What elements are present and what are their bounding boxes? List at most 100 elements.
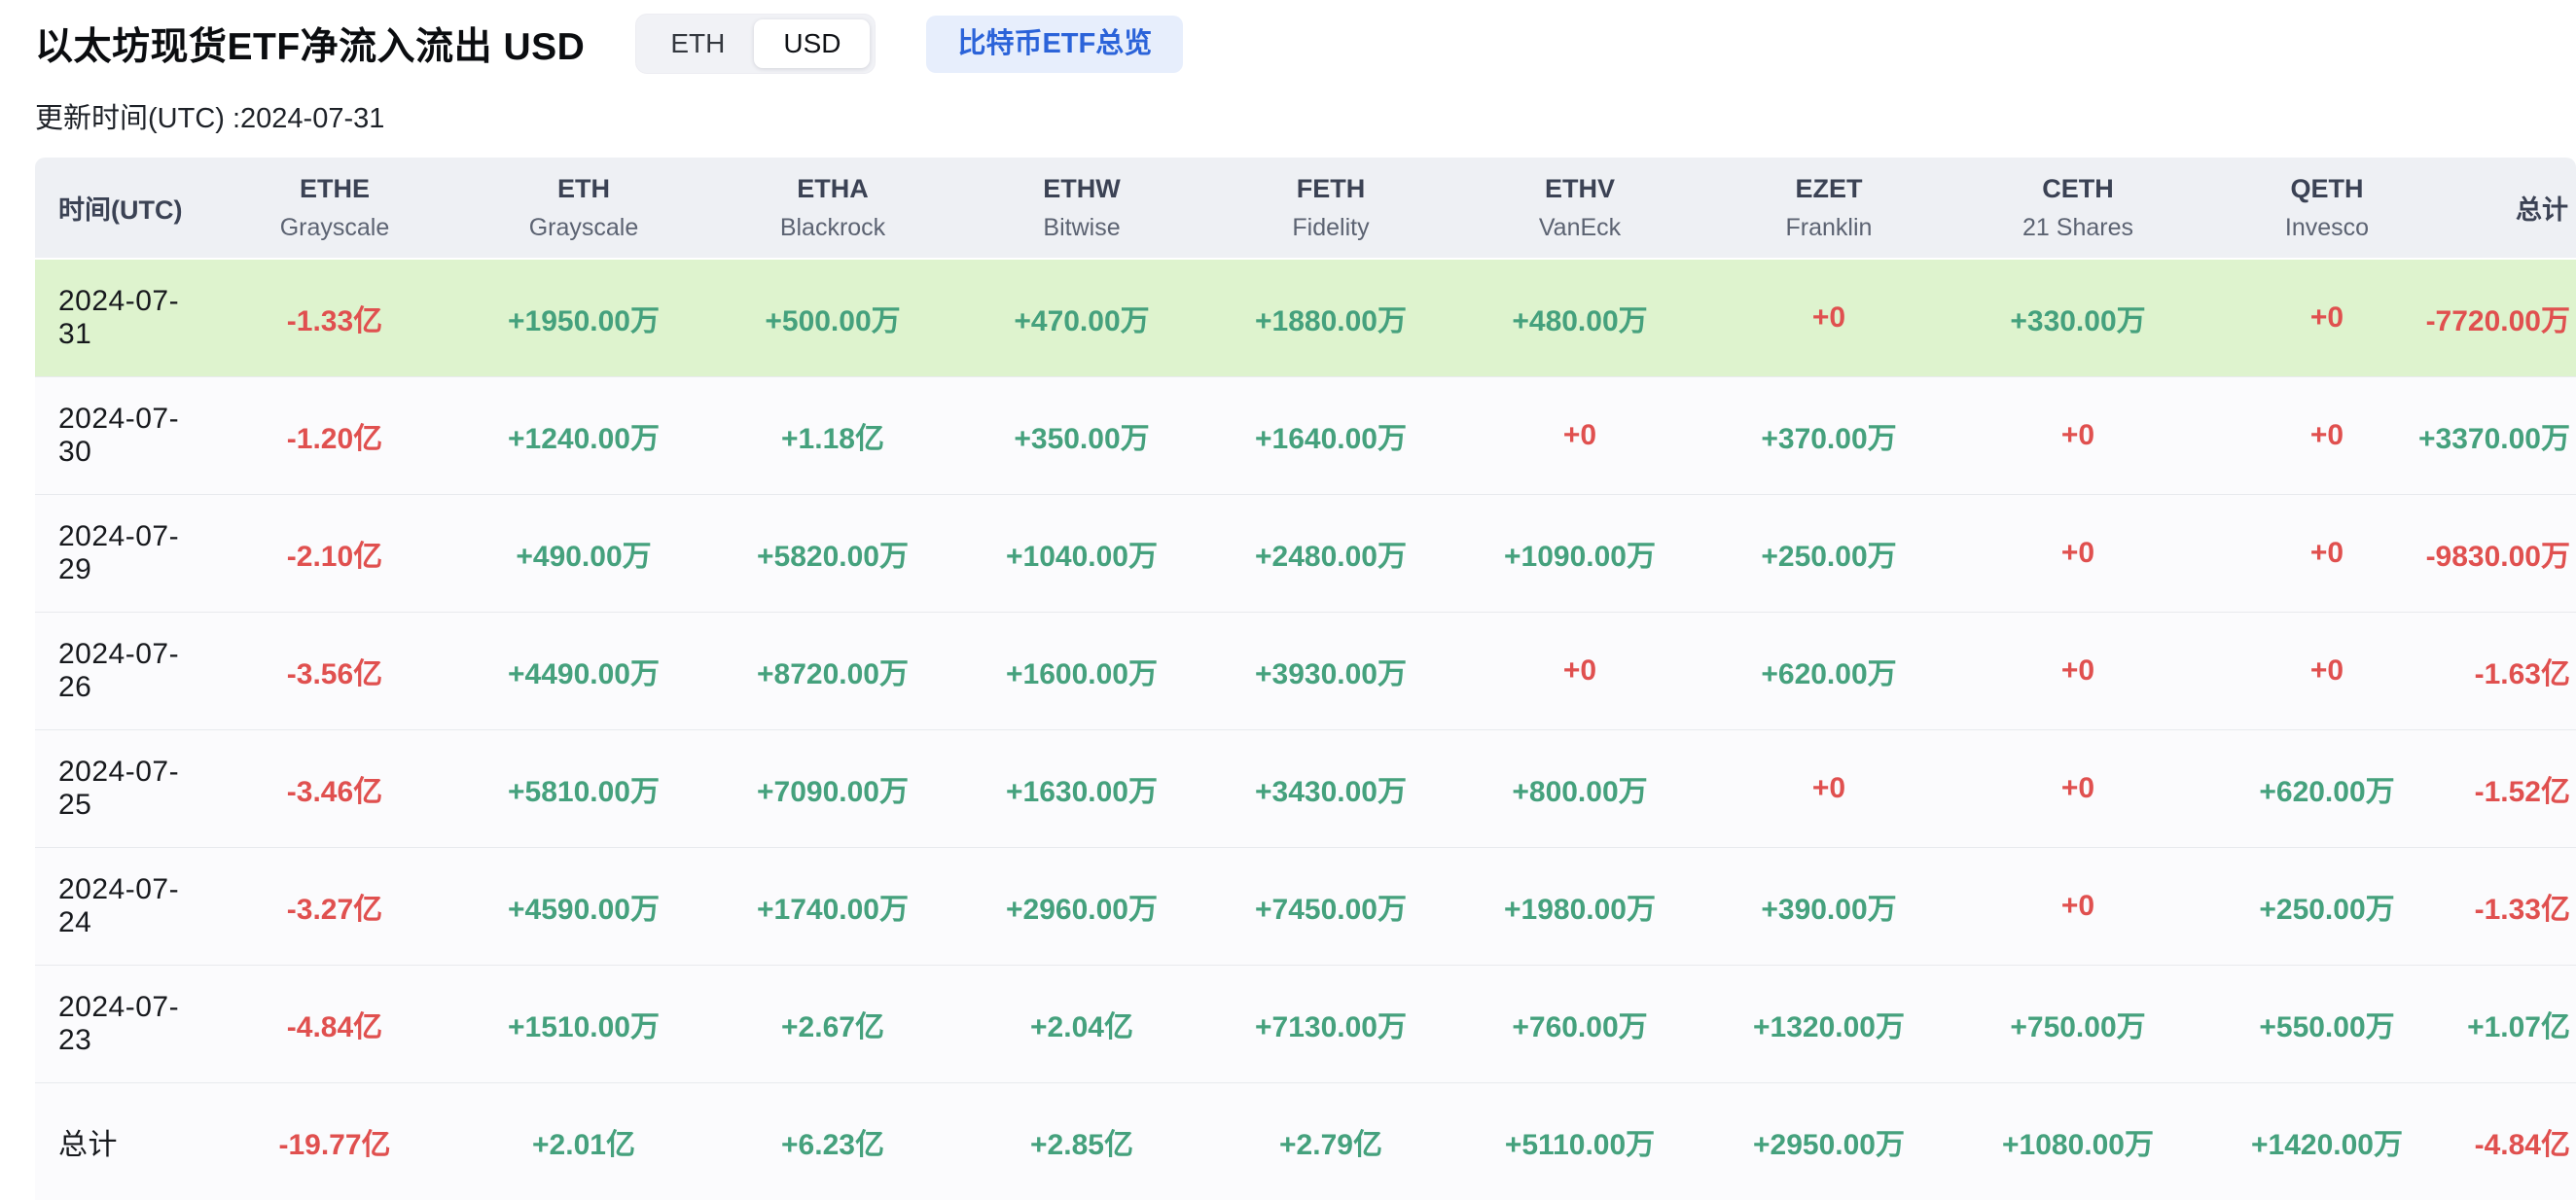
- cell-value: +5110.00万: [1455, 1083, 1704, 1200]
- col-header-fund-ethv: ETHV VanEck: [1455, 158, 1704, 259]
- cell-value: +2.04亿: [957, 966, 1206, 1083]
- fund-ticker: ETHA: [708, 176, 957, 202]
- table-row: 2024-07-25-3.46亿+5810.00万+7090.00万+1630.…: [35, 730, 2576, 848]
- cell-value: +5820.00万: [708, 495, 957, 613]
- row-date: 2024-07-26: [35, 613, 210, 730]
- cell-value: -1.20亿: [210, 377, 459, 495]
- cell-value: +470.00万: [957, 259, 1206, 377]
- fund-ticker: CETH: [1953, 176, 2202, 202]
- fund-issuer: VanEck: [1455, 216, 1704, 240]
- cell-value: -1.33亿: [210, 259, 459, 377]
- col-header-total: 总计: [2451, 158, 2576, 259]
- col-header-fund-ethw: ETHW Bitwise: [957, 158, 1206, 259]
- table-row: 2024-07-24-3.27亿+4590.00万+1740.00万+2960.…: [35, 848, 2576, 966]
- cell-value: +0: [1953, 848, 2202, 966]
- fund-issuer: 21 Shares: [1953, 216, 2202, 240]
- cell-value: +0: [1455, 613, 1704, 730]
- table-row: 2024-07-31-1.33亿+1950.00万+500.00万+470.00…: [35, 259, 2576, 377]
- cell-value: +2.01亿: [459, 1083, 708, 1200]
- total-row-label: 总计: [35, 1083, 210, 1200]
- toggle-option-usd[interactable]: USD: [754, 19, 870, 68]
- cell-value: +330.00万: [1953, 259, 2202, 377]
- col-header-fund-ezet: EZET Franklin: [1704, 158, 1953, 259]
- row-date: 2024-07-23: [35, 966, 210, 1083]
- fund-issuer: Blackrock: [708, 216, 957, 240]
- btc-etf-overview-button[interactable]: 比特币ETF总览: [926, 16, 1183, 73]
- row-date: 2024-07-31: [35, 259, 210, 377]
- table-header-row: 时间(UTC)ETHE GrayscaleETHGrayscaleETHA Blac…: [35, 158, 2576, 259]
- fund-ticker: ETHV: [1455, 176, 1704, 202]
- cell-value: +7130.00万: [1206, 966, 1455, 1083]
- row-date: 2024-07-29: [35, 495, 210, 613]
- cell-value: +3930.00万: [1206, 613, 1455, 730]
- col-header-fund-eth: ETHGrayscale: [459, 158, 708, 259]
- row-total-value: -1.33亿: [2451, 848, 2576, 966]
- cell-value: +0: [2202, 495, 2451, 613]
- cell-value: +0: [2202, 377, 2451, 495]
- table-row: 2024-07-29-2.10亿+490.00万+5820.00万+1040.0…: [35, 495, 2576, 613]
- cell-value: +1630.00万: [957, 730, 1206, 848]
- table-row: 2024-07-30-1.20亿+1240.00万+1.18亿+350.00万+…: [35, 377, 2576, 495]
- cell-value: +4490.00万: [459, 613, 708, 730]
- row-total-value: -7720.00万: [2451, 259, 2576, 377]
- cell-value: +1980.00万: [1455, 848, 1704, 966]
- cell-value: +0: [1704, 730, 1953, 848]
- cell-value: +0: [1953, 730, 2202, 848]
- fund-issuer: Bitwise: [957, 216, 1206, 240]
- fund-issuer: Grayscale: [210, 216, 459, 240]
- cell-value: +390.00万: [1704, 848, 1953, 966]
- cell-value: +1640.00万: [1206, 377, 1455, 495]
- table-row: 2024-07-26-3.56亿+4490.00万+8720.00万+1600.…: [35, 613, 2576, 730]
- row-total-value: +3370.00万: [2451, 377, 2576, 495]
- cell-value: +0: [2202, 613, 2451, 730]
- cell-value: +5810.00万: [459, 730, 708, 848]
- cell-value: +350.00万: [957, 377, 1206, 495]
- fund-issuer: Franklin: [1704, 216, 1953, 240]
- row-total-value: -1.52亿: [2451, 730, 2576, 848]
- cell-value: +500.00万: [708, 259, 957, 377]
- col-header-time: 时间(UTC): [35, 158, 210, 259]
- cell-value: +1080.00万: [1953, 1083, 2202, 1200]
- cell-value: +2.79亿: [1206, 1083, 1455, 1200]
- cell-value: +1740.00万: [708, 848, 957, 966]
- fund-ticker: ETHE: [210, 176, 459, 202]
- col-header-fund-feth: FETHFidelity: [1206, 158, 1455, 259]
- fund-issuer: Invesco: [2202, 216, 2451, 240]
- cell-value: +480.00万: [1455, 259, 1704, 377]
- topbar: 以太坊现货ETF净流入流出 USD ETH USD 比特币ETF总览: [35, 14, 2576, 74]
- cell-value: +800.00万: [1455, 730, 1704, 848]
- fund-issuer: Fidelity: [1206, 216, 1455, 240]
- cell-value: +2480.00万: [1206, 495, 1455, 613]
- currency-toggle: ETH USD: [635, 14, 876, 74]
- cell-value: -3.46亿: [210, 730, 459, 848]
- cell-value: +490.00万: [459, 495, 708, 613]
- fund-ticker: ETHW: [957, 176, 1206, 202]
- cell-value: +4590.00万: [459, 848, 708, 966]
- fund-ticker: EZET: [1704, 176, 1953, 202]
- row-total-value: -1.63亿: [2451, 613, 2576, 730]
- fund-ticker: QETH: [2202, 176, 2451, 202]
- cell-value: +6.23亿: [708, 1083, 957, 1200]
- cell-value: +3430.00万: [1206, 730, 1455, 848]
- row-total-value: -9830.00万: [2451, 495, 2576, 613]
- table-row: 2024-07-23-4.84亿+1510.00万+2.67亿+2.04亿+71…: [35, 966, 2576, 1083]
- cell-value: +1420.00万: [2202, 1083, 2451, 1200]
- table-head: 时间(UTC)ETHE GrayscaleETHGrayscaleETHA Blac…: [35, 158, 2576, 259]
- cell-value: +1040.00万: [957, 495, 1206, 613]
- cell-value: +0: [1953, 377, 2202, 495]
- cell-value: -19.77亿: [210, 1083, 459, 1200]
- cell-value: -3.27亿: [210, 848, 459, 966]
- row-total-value: +1.07亿: [2451, 966, 2576, 1083]
- cell-value: +620.00万: [2202, 730, 2451, 848]
- cell-value: +250.00万: [1704, 495, 1953, 613]
- cell-value: +1510.00万: [459, 966, 708, 1083]
- cell-value: +0: [1704, 259, 1953, 377]
- cell-value: +0: [1953, 495, 2202, 613]
- cell-value: +1090.00万: [1455, 495, 1704, 613]
- cell-value: +0: [1953, 613, 2202, 730]
- cell-value: +7090.00万: [708, 730, 957, 848]
- toggle-option-eth[interactable]: ETH: [641, 19, 754, 68]
- cell-value: +1600.00万: [957, 613, 1206, 730]
- cell-value: +750.00万: [1953, 966, 2202, 1083]
- cell-value: +550.00万: [2202, 966, 2451, 1083]
